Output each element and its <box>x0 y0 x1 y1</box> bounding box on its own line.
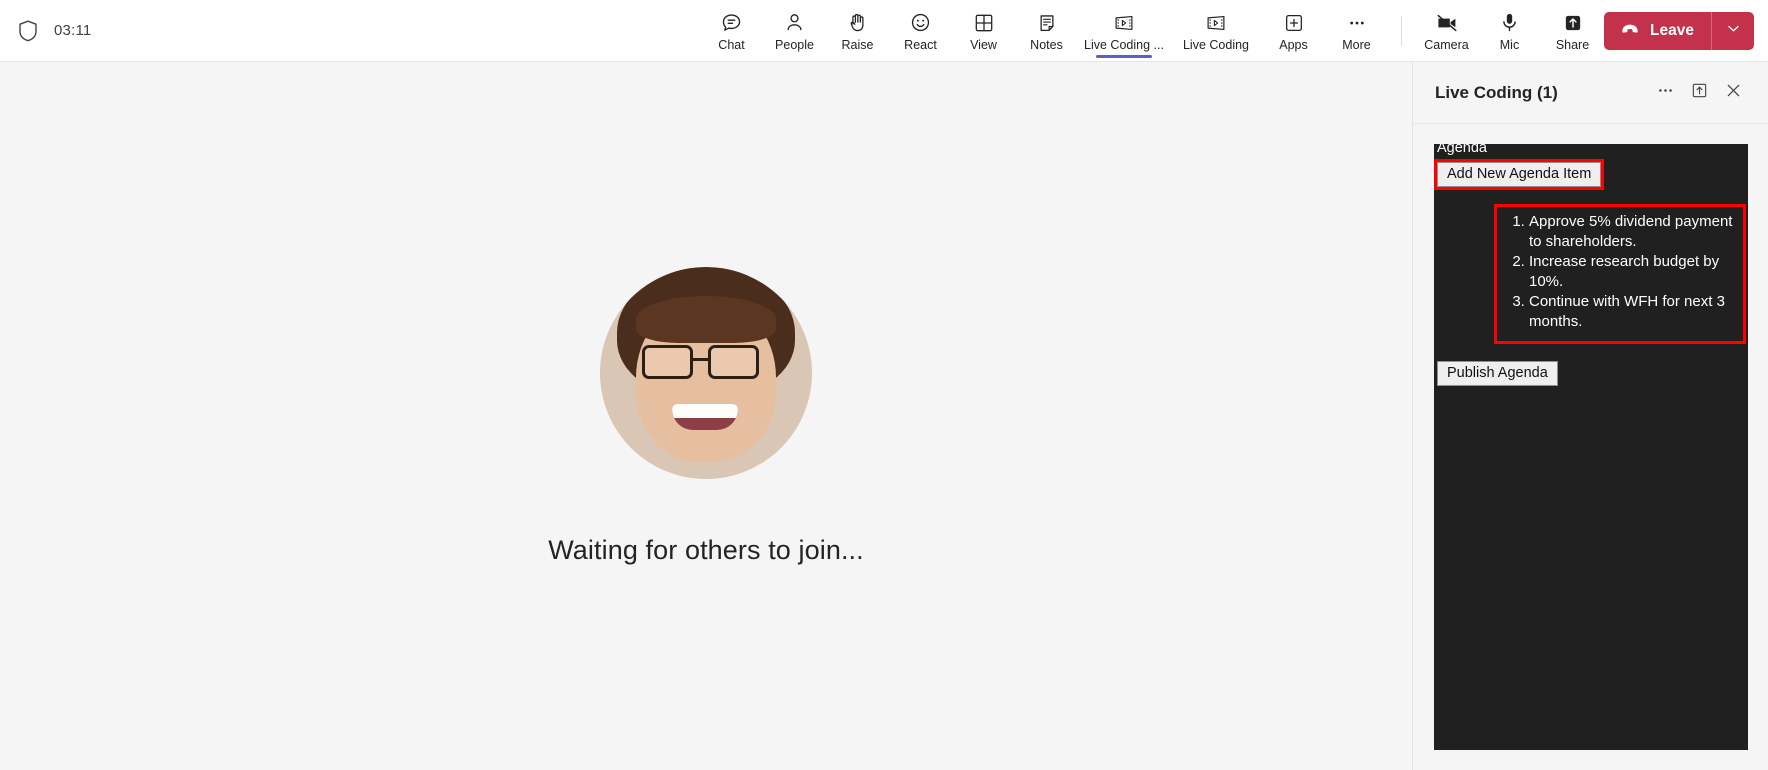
list-item[interactable]: Approve 5% dividend payment to sharehold… <box>1529 212 1735 252</box>
toolbar-button-more[interactable]: More <box>1325 2 1388 60</box>
agenda-list-region: Approve 5% dividend payment to sharehold… <box>1494 204 1746 344</box>
react-icon <box>909 11 932 35</box>
toolbar-button-live-coding-active[interactable]: Live Coding ... <box>1078 2 1170 60</box>
chevron-down-icon <box>1725 20 1742 42</box>
toolbar-button-apps[interactable]: Apps <box>1262 2 1325 60</box>
toolbar-button-mic[interactable]: Mic <box>1478 2 1541 60</box>
close-icon <box>1724 81 1743 105</box>
panel-body: Agenda Add New Agenda Item Approve 5% di… <box>1413 124 1768 770</box>
chat-icon <box>720 11 743 35</box>
notes-icon <box>1036 11 1058 35</box>
toolbar-left-group: 03:11 <box>0 20 300 42</box>
list-item[interactable]: Increase research budget by 10%. <box>1529 252 1735 292</box>
share-icon <box>1562 11 1584 35</box>
meeting-stage: Waiting for others to join... <box>0 62 1412 770</box>
toolbar-label: Apps <box>1279 37 1308 52</box>
leave-label: Leave <box>1650 22 1694 39</box>
meeting-toolbar: 03:11 Chat People Raise React View Notes… <box>0 0 1768 62</box>
toolbar-divider <box>1401 16 1402 46</box>
toolbar-button-react[interactable]: React <box>889 2 952 60</box>
toolbar-button-raise[interactable]: Raise <box>826 2 889 60</box>
toolbar-label: Mic <box>1499 37 1520 52</box>
agenda-app-frame: Agenda Add New Agenda Item Approve 5% di… <box>1434 144 1748 750</box>
toolbar-label: React <box>904 37 937 52</box>
raise-hand-icon <box>846 11 869 35</box>
panel-close-button[interactable] <box>1716 77 1750 109</box>
agenda-items-list: Approve 5% dividend payment to sharehold… <box>1499 212 1735 332</box>
popout-icon <box>1690 81 1709 105</box>
mic-icon <box>1498 11 1521 35</box>
shield-icon <box>18 20 38 42</box>
toolbar-label: Live Coding ... <box>1084 37 1164 52</box>
leave-meeting-button[interactable]: Leave <box>1604 12 1754 50</box>
add-agenda-highlight: Add New Agenda Item <box>1434 159 1605 190</box>
view-grid-icon <box>973 11 995 35</box>
toolbar-label: More <box>1342 37 1371 52</box>
panel-header: Live Coding (1) <box>1413 62 1768 124</box>
panel-title: Live Coding (1) <box>1435 82 1558 102</box>
agenda-heading: Agenda <box>1437 144 1487 156</box>
toolbar-right-group: Leave <box>1586 0 1754 62</box>
leave-main-action[interactable]: Leave <box>1604 12 1711 50</box>
participant-avatar <box>600 266 812 479</box>
toolbar-button-people[interactable]: People <box>763 2 826 60</box>
panel-more-button[interactable] <box>1648 77 1682 109</box>
add-new-agenda-item-button[interactable]: Add New Agenda Item <box>1437 162 1602 187</box>
live-coding-icon <box>1205 11 1227 35</box>
publish-agenda-row: Publish Agenda <box>1434 361 1748 386</box>
avatar-mouth <box>672 404 738 430</box>
toolbar-label: Camera <box>1424 37 1469 52</box>
add-agenda-row: Add New Agenda Item <box>1434 159 1748 190</box>
panel-popout-button[interactable] <box>1682 77 1716 109</box>
list-item[interactable]: Continue with WFH for next 3 months. <box>1529 292 1735 332</box>
avatar-glasses-right <box>708 344 759 379</box>
avatar-fringe <box>636 296 776 343</box>
toolbar-label: People <box>775 37 814 52</box>
toolbar-label: Raise <box>841 37 874 52</box>
agenda-list-highlight: Approve 5% dividend payment to sharehold… <box>1494 204 1746 344</box>
hangup-icon <box>1619 18 1641 45</box>
leave-options-button[interactable] <box>1712 12 1754 50</box>
avatar-glasses-bridge <box>693 357 711 362</box>
toolbar-button-live-coding[interactable]: Live Coding <box>1170 2 1262 60</box>
teams-meeting-window: 03:11 Chat People Raise React View Notes… <box>0 0 1768 770</box>
more-ellipsis-icon <box>1656 81 1675 105</box>
publish-agenda-button[interactable]: Publish Agenda <box>1437 361 1558 386</box>
toolbar-actions: Chat People Raise React View Notes Live … <box>700 0 1604 62</box>
toolbar-label: Share <box>1555 37 1590 52</box>
toolbar-label: Chat <box>718 37 745 52</box>
live-coding-panel: Live Coding (1) Agenda Add New Agenda It… <box>1412 62 1768 770</box>
toolbar-button-chat[interactable]: Chat <box>700 2 763 60</box>
toolbar-label: View <box>970 37 997 52</box>
toolbar-label: Live Coding <box>1182 37 1249 52</box>
meeting-timer: 03:11 <box>54 22 92 39</box>
toolbar-button-camera[interactable]: Camera <box>1415 2 1478 60</box>
more-ellipsis-icon <box>1346 11 1368 35</box>
camera-off-icon <box>1435 11 1459 35</box>
waiting-message: Waiting for others to join... <box>548 534 864 565</box>
toolbar-button-view[interactable]: View <box>952 2 1015 60</box>
avatar-teeth <box>672 404 738 418</box>
people-icon <box>783 11 806 35</box>
live-coding-icon <box>1113 11 1135 35</box>
toolbar-label: Notes <box>1030 37 1063 52</box>
apps-plus-icon <box>1283 11 1305 35</box>
toolbar-button-notes[interactable]: Notes <box>1015 2 1078 60</box>
avatar-glasses-left <box>642 344 694 379</box>
